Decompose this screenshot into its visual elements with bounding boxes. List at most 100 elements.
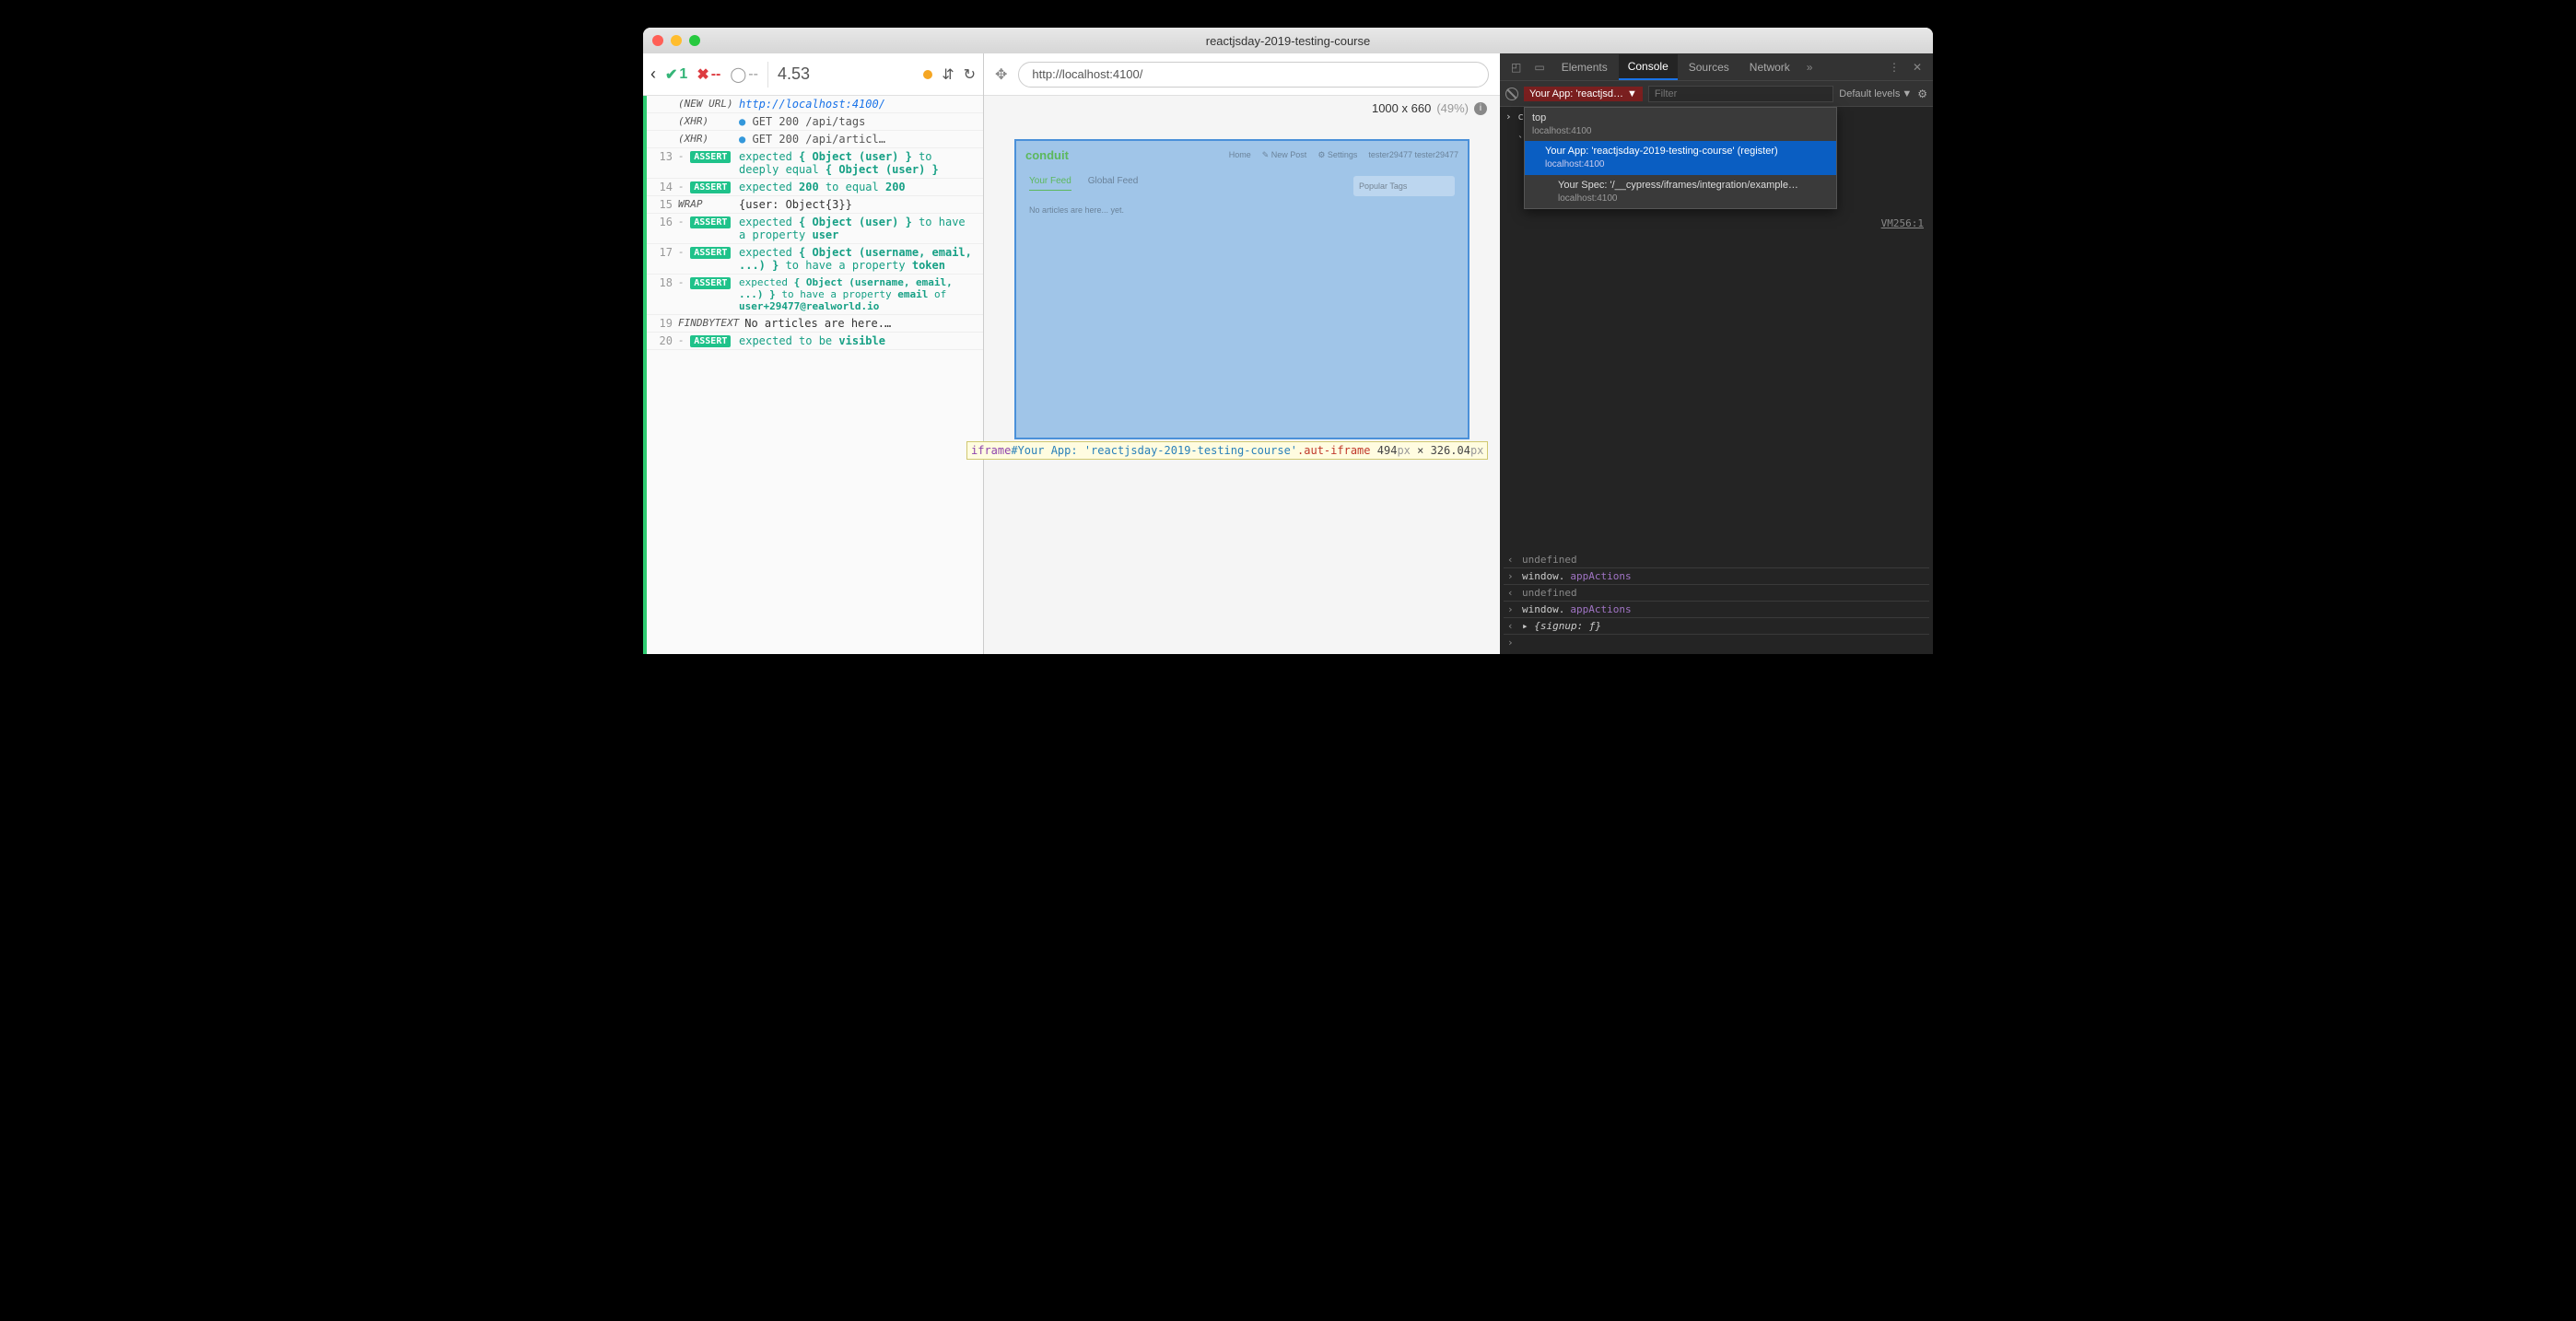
log-row[interactable]: 13- ASSERTexpected { Object (user) } to … (647, 148, 983, 179)
log-row[interactable]: 17 - ASSERT expected { Object (username, e… (647, 244, 983, 275)
selector-playground-icon[interactable]: ✥ (995, 65, 1007, 84)
log-number: 18 (652, 276, 673, 289)
address-bar: ✥ (984, 53, 1500, 96)
log-command: - ASSERT (678, 150, 733, 162)
tab-network[interactable]: Network (1740, 55, 1799, 79)
tooltip-id: #Your App: 'reactjsday-2019-testing-cour… (1011, 444, 1297, 457)
cypress-toolbar: ‹ ✔ 1 ✖ -- ◯ -- 4.53 ⇵ ↻ (643, 53, 983, 96)
tab-global-feed[interactable]: Global Feed (1088, 176, 1138, 191)
browser-preview: ✥ 1000 x 660 (49%) i conduit Home ✎ New … (984, 53, 1500, 654)
tab-console[interactable]: Console (1619, 54, 1678, 80)
settings-icon[interactable]: ⚙ (1917, 88, 1927, 100)
context-dropdown: toplocalhost:4100Your App: 'reactjsday-2… (1524, 107, 1837, 210)
aut-navbar: conduit Home ✎ New Post ⚙ Settings teste… (1016, 141, 1468, 169)
log-row[interactable]: 15WRAP{user: Object{3}} (647, 196, 983, 214)
context-option[interactable]: Your App: 'reactjsday-2019-testing-cours… (1525, 141, 1836, 175)
log-levels-selector[interactable]: Default levels ▼ (1839, 88, 1912, 99)
log-message: expected { Object (username, email, ...)… (739, 246, 978, 272)
window-title: reactjsday-2019-testing-course (643, 34, 1933, 48)
command-log[interactable]: (NEW URL)http://localhost:4100/(XHR)● GE… (643, 96, 983, 654)
context-option[interactable]: toplocalhost:4100 (1525, 108, 1836, 142)
close-devtools-icon[interactable]: ✕ (1907, 57, 1927, 77)
log-command: FINDBYTEXT (678, 317, 739, 329)
log-row[interactable]: 14- ASSERTexpected 200 to equal 200 (647, 179, 983, 196)
log-number: 17 (652, 246, 673, 259)
tooltip-w: 494 (1377, 444, 1398, 457)
feed-tabs: Your Feed Global Feed (1029, 176, 1341, 191)
nav-user[interactable]: tester29477 tester29477 (1368, 150, 1458, 159)
log-number: 19 (652, 317, 673, 330)
console-line[interactable]: ‹▸ {signup: ƒ} (1504, 617, 1929, 634)
aut-box: conduit Home ✎ New Post ⚙ Settings teste… (1014, 139, 1469, 439)
element-tooltip: iframe#Your App: 'reactjsday-2019-testin… (966, 441, 1488, 460)
tab-your-feed[interactable]: Your Feed (1029, 176, 1071, 191)
log-row[interactable]: (XHR)● GET 200 /api/tags (647, 113, 983, 131)
empty-message: No articles are here... yet. (1029, 205, 1341, 215)
log-number: 16 (652, 216, 673, 228)
inspect-icon[interactable]: ◰ (1505, 57, 1527, 77)
log-command: - ASSERT (678, 216, 733, 228)
viewport-scale: (49%) (1436, 101, 1469, 115)
reload-icon[interactable]: ↻ (964, 65, 976, 84)
pending-count-value: -- (748, 66, 758, 83)
tab-sources[interactable]: Sources (1680, 55, 1739, 79)
cypress-panel: ‹ ✔ 1 ✖ -- ◯ -- 4.53 ⇵ ↻ (NEW URL)http:/… (643, 53, 984, 654)
popular-tags-label: Popular Tags (1359, 181, 1407, 191)
aut-body: Your Feed Global Feed No articles are he… (1016, 169, 1468, 222)
fail-count: ✖ -- (697, 65, 720, 84)
log-message: expected 200 to equal 200 (739, 181, 978, 193)
device-mode-icon[interactable]: ▭ (1528, 57, 1550, 77)
app-under-test[interactable]: conduit Home ✎ New Post ⚙ Settings teste… (1014, 139, 1469, 439)
nav-new-post[interactable]: ✎ New Post (1262, 150, 1307, 160)
clear-console-icon[interactable] (1505, 88, 1518, 100)
nav-home[interactable]: Home (1229, 150, 1251, 159)
log-row[interactable]: (NEW URL)http://localhost:4100/ (647, 96, 983, 113)
pass-count-value: 1 (679, 66, 687, 83)
back-button[interactable]: ‹ (650, 64, 656, 84)
console-line[interactable]: ‹undefined (1504, 552, 1929, 567)
tooltip-class: .aut-iframe (1297, 444, 1370, 457)
app-window: reactjsday-2019-testing-course ‹ ✔ 1 ✖ -… (643, 28, 1933, 654)
console-line[interactable]: ‹undefined (1504, 584, 1929, 601)
url-input[interactable] (1018, 62, 1489, 88)
vm-source-link[interactable]: VM256:1 (1881, 217, 1924, 229)
viewport-info: 1000 x 660 (49%) i (984, 96, 1500, 121)
log-command: - ASSERT (678, 334, 733, 346)
log-command: - ASSERT (678, 276, 733, 288)
console-line[interactable]: › (1504, 634, 1929, 650)
kebab-menu-icon[interactable]: ⋮ (1883, 57, 1905, 77)
aut-wrapper: conduit Home ✎ New Post ⚙ Settings teste… (984, 121, 1500, 458)
tooltip-tag: iframe (971, 444, 1011, 457)
resize-icon[interactable]: ⇵ (942, 65, 954, 84)
tab-elements[interactable]: Elements (1552, 55, 1617, 79)
fail-count-value: -- (711, 66, 721, 83)
log-message: expected { Object (username, email, ...)… (739, 276, 978, 312)
pending-count: ◯ -- (730, 65, 758, 84)
log-command: - ASSERT (678, 246, 733, 258)
console-filter-input[interactable] (1648, 86, 1833, 102)
log-row[interactable]: 20- ASSERTexpected to be visible (647, 333, 983, 350)
console-line[interactable]: ›window.appActions (1504, 601, 1929, 617)
info-icon[interactable]: i (1474, 102, 1487, 115)
devtools-tabstrip: ◰ ▭ Elements Console Sources Network » ⋮… (1500, 53, 1933, 81)
log-message: {user: Object{3}} (739, 198, 978, 211)
log-command: WRAP (678, 198, 733, 210)
aut-brand[interactable]: conduit (1025, 148, 1069, 162)
log-row[interactable]: (XHR)● GET 200 /api/articl… (647, 131, 983, 148)
context-selector[interactable]: Your App: 'reactjsd… ▼ toplocalhost:4100… (1524, 87, 1643, 101)
popular-tags-panel: Popular Tags (1353, 176, 1455, 196)
nav-settings[interactable]: ⚙ Settings (1317, 150, 1357, 160)
log-number: 14 (652, 181, 673, 193)
log-row[interactable]: 18 - ASSERT expected { Object (username, e… (647, 275, 983, 315)
log-row[interactable]: 19FINDBYTEXTNo articles are here.… (647, 315, 983, 333)
chevron-down-icon: ▼ (1627, 88, 1637, 99)
more-tabs-icon[interactable]: » (1801, 57, 1819, 77)
viewport-dimensions: 1000 x 660 (1372, 101, 1431, 115)
console-toolbar: Your App: 'reactjsd… ▼ toplocalhost:4100… (1500, 81, 1933, 107)
divider (767, 62, 768, 88)
console-line[interactable]: ›window.appActions (1504, 567, 1929, 584)
aut-main: Your Feed Global Feed No articles are he… (1029, 176, 1341, 215)
status-dot-icon (923, 70, 932, 79)
log-row[interactable]: 16- ASSERTexpected { Object (user) } to … (647, 214, 983, 244)
context-option[interactable]: Your Spec: '/__cypress/iframes/integrati… (1525, 175, 1836, 209)
